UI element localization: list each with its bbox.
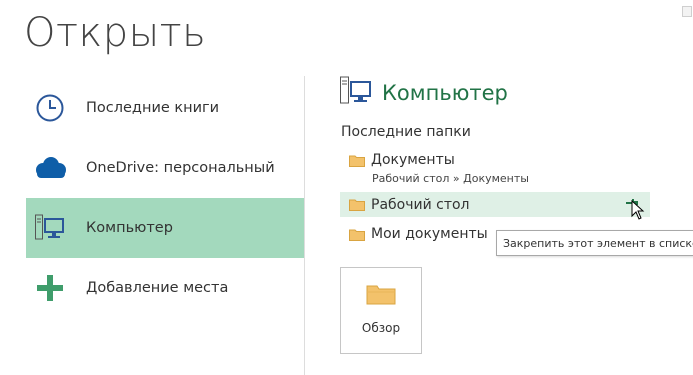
folder-name: Документы	[371, 152, 455, 168]
folder-path: Рабочий стол » Документы	[372, 172, 529, 185]
folder-name: Рабочий стол	[371, 196, 470, 213]
location-header: Компьютер	[340, 76, 508, 110]
page-title: Открыть	[24, 10, 207, 56]
mouse-cursor-icon	[631, 199, 645, 224]
add-place-plus-icon	[32, 270, 68, 306]
computer-icon	[340, 76, 372, 110]
open-backstage-view: Открыть Последние книги OneDrive: персон…	[0, 0, 693, 375]
clock-icon	[32, 90, 68, 126]
folder-icon	[366, 283, 396, 309]
recent-folders-heading: Последние папки	[341, 124, 471, 140]
browse-button[interactable]: Обзор	[340, 267, 422, 354]
computer-icon	[32, 210, 68, 246]
onedrive-cloud-icon	[32, 150, 68, 186]
browse-label: Обзор	[361, 321, 401, 335]
place-item-onedrive[interactable]: OneDrive: персональный	[26, 138, 304, 198]
place-label: Добавление места	[86, 280, 229, 296]
location-title: Компьютер	[382, 81, 508, 105]
place-item-computer[interactable]: Компьютер	[26, 198, 304, 258]
scrollbar[interactable]	[682, 0, 692, 375]
folder-icon	[349, 228, 365, 241]
place-item-add-place[interactable]: Добавление места	[26, 258, 304, 318]
place-label: Компьютер	[86, 220, 173, 236]
place-item-recent-books[interactable]: Последние книги	[26, 78, 304, 138]
recent-folder-desktop[interactable]: Рабочий стол	[340, 192, 650, 217]
folder-icon	[349, 198, 365, 211]
place-label: OneDrive: персональный	[86, 160, 275, 176]
folder-icon	[349, 154, 365, 167]
places-list: Последние книги OneDrive: персональный К…	[26, 78, 304, 318]
place-label: Последние книги	[86, 100, 220, 116]
column-divider	[304, 76, 305, 375]
scrollbar-thumb[interactable]	[682, 6, 692, 17]
recent-folder-my-documents[interactable]: Мои документы	[340, 224, 490, 244]
recent-folder-documents[interactable]: Документы	[340, 150, 650, 170]
pin-tooltip: Закрепить этот элемент в списке	[496, 230, 693, 256]
folder-name: Мои документы	[371, 226, 488, 242]
